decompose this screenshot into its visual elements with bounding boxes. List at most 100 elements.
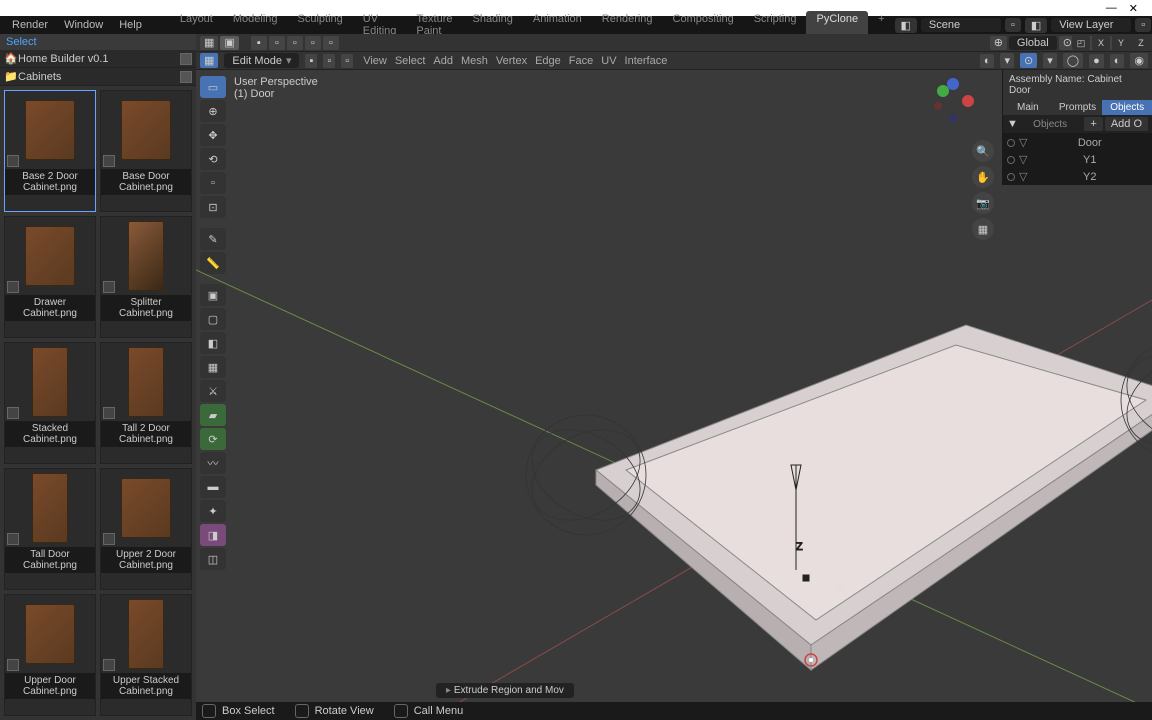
vpmenu-mesh[interactable]: Mesh (457, 55, 492, 67)
mouse-icon-2 (295, 704, 309, 718)
thumbnail[interactable]: Upper Stacked Cabinet.png (100, 594, 192, 716)
add-btn[interactable]: + (1084, 117, 1102, 131)
thumb-label: Stacked Cabinet.png (5, 421, 95, 447)
thumb-label: Upper Door Cabinet.png (5, 673, 95, 699)
overlay-2[interactable]: ▾ (1000, 53, 1014, 68)
thumbnail[interactable]: Drawer Cabinet.png (4, 216, 96, 338)
status-boxselect: Box Select (222, 705, 275, 717)
vert-sel[interactable]: ▪ (305, 54, 317, 68)
edge-sel[interactable]: ▫ (323, 54, 335, 68)
mouse-icon-3 (394, 704, 408, 718)
object-item[interactable]: Door (1031, 137, 1148, 149)
operator-hint[interactable]: Extrude Region and Mov (436, 683, 574, 698)
object-item[interactable]: Y2 (1031, 171, 1148, 183)
sel-mode-5[interactable]: ▫ (323, 36, 339, 50)
mesh-icon: ▽ (1019, 136, 1027, 149)
tree-label[interactable]: Cabinets (18, 71, 61, 83)
viewlayer-field[interactable]: View Layer (1051, 18, 1131, 32)
thumbnail[interactable]: Tall Door Cabinet.png (4, 468, 96, 590)
rptab-main[interactable]: Main (1003, 100, 1053, 115)
viewlayer-new[interactable]: ▫ (1135, 18, 1151, 32)
persp-icon[interactable]: ▦ (972, 218, 994, 240)
cursor-tool[interactable]: ▣ (220, 36, 238, 50)
vpmenu-uv[interactable]: UV (597, 55, 620, 67)
viewlayer-icon[interactable]: ◧ (1025, 18, 1047, 33)
vpmenu-edge[interactable]: Edge (531, 55, 565, 67)
rptab-objects[interactable]: Objects (1102, 100, 1152, 115)
vpmenu-face[interactable]: Face (565, 55, 597, 67)
menu-help[interactable]: Help (111, 19, 150, 31)
menu-render[interactable]: Render (4, 19, 56, 31)
mouse-icon-1 (202, 704, 216, 718)
mode-select[interactable]: Edit Mode ▾ (224, 53, 299, 68)
add-object-btn[interactable]: Add O (1105, 117, 1148, 131)
thumbnail[interactable]: Tall 2 Door Cabinet.png (100, 342, 192, 464)
tree-icon: 📁 (4, 70, 18, 83)
nav-gizmo[interactable] (928, 76, 978, 129)
pan-icon[interactable]: ✋ (972, 166, 994, 188)
mesh-icon: ▽ (1019, 153, 1027, 166)
scene-new[interactable]: ▫ (1005, 18, 1021, 32)
vpmenu-select[interactable]: Select (391, 55, 430, 67)
thumb-label: Tall Door Cabinet.png (5, 547, 95, 573)
vpmenu-interface[interactable]: Interface (621, 55, 672, 67)
vis-toggle[interactable] (1007, 173, 1015, 181)
vp-icon-1[interactable]: ◰ (1072, 36, 1090, 50)
rptab-prompts[interactable]: Prompts (1053, 100, 1103, 115)
window-min[interactable]: — (1106, 2, 1117, 14)
axis-y[interactable]: Y (1112, 36, 1130, 50)
thumb-label: Upper 2 Door Cabinet.png (101, 547, 191, 573)
tree-icon: 🏠 (4, 52, 18, 65)
editor-type[interactable]: ▦ (200, 36, 218, 50)
window-close[interactable]: ✕ (1129, 2, 1138, 15)
object-item[interactable]: Y1 (1031, 154, 1148, 166)
shading-solid[interactable]: ● (1089, 54, 1104, 68)
vis-toggle[interactable] (1007, 156, 1015, 164)
overlay-1[interactable]: ◐ (980, 54, 995, 68)
mode-icon[interactable]: ▦ (200, 53, 218, 68)
tree-toggle[interactable] (180, 53, 192, 65)
status-callmenu: Call Menu (414, 705, 464, 717)
objects-icon: ▼ (1007, 118, 1018, 130)
zoom-icon[interactable]: 🔍 (972, 140, 994, 162)
objects-label: Objects (1018, 119, 1082, 130)
thumbnail[interactable]: Base Door Cabinet.png (100, 90, 192, 212)
thumbnail[interactable]: Upper Door Cabinet.png (4, 594, 96, 716)
shading-2[interactable]: ▾ (1043, 53, 1057, 68)
shading-1[interactable]: ⊙ (1020, 53, 1037, 68)
sel-mode-4[interactable]: ▫ (305, 36, 321, 50)
thumb-label: Upper Stacked Cabinet.png (101, 673, 191, 699)
vpmenu-add[interactable]: Add (429, 55, 457, 67)
axis-z[interactable]: Z (1132, 36, 1150, 50)
thumb-label: Drawer Cabinet.png (5, 295, 95, 321)
thumb-label: Base 2 Door Cabinet.png (5, 169, 95, 195)
camera-icon[interactable]: 📷 (972, 192, 994, 214)
tree-toggle[interactable] (180, 71, 192, 83)
scene-field[interactable]: Scene (921, 18, 1001, 32)
thumbnail[interactable]: Splitter Cabinet.png (100, 216, 192, 338)
menu-window[interactable]: Window (56, 19, 111, 31)
axis-x[interactable]: X (1092, 36, 1110, 50)
orient-field[interactable]: Global (1009, 36, 1057, 50)
tree-label[interactable]: Home Builder v0.1 (18, 53, 109, 65)
thumbnail[interactable]: Base 2 Door Cabinet.png (4, 90, 96, 212)
thumb-label: Splitter Cabinet.png (101, 295, 191, 321)
orient-icon[interactable]: ⊕ (990, 36, 1007, 50)
vpmenu-vertex[interactable]: Vertex (492, 55, 531, 67)
mesh-icon: ▽ (1019, 170, 1027, 183)
face-sel[interactable]: ▫ (341, 54, 353, 68)
sel-mode-3[interactable]: ▫ (287, 36, 303, 50)
thumbnail[interactable]: Upper 2 Door Cabinet.png (100, 468, 192, 590)
shading-render[interactable]: ◉ (1130, 53, 1148, 68)
sel-mode-2[interactable]: ▫ (269, 36, 285, 50)
svg-text:Z: Z (796, 541, 803, 553)
vis-toggle[interactable] (1007, 139, 1015, 147)
sel-mode-1[interactable]: ▪ (251, 36, 267, 50)
vpmenu-view[interactable]: View (359, 55, 391, 67)
status-rotate: Rotate View (315, 705, 374, 717)
assembly-name: Assembly Name: Cabinet Door (1003, 70, 1152, 100)
thumbnail[interactable]: Stacked Cabinet.png (4, 342, 96, 464)
shading-wire[interactable]: ◯ (1063, 53, 1083, 68)
scene-icon[interactable]: ◧ (895, 18, 917, 33)
shading-mat[interactable]: ◐ (1110, 54, 1125, 68)
